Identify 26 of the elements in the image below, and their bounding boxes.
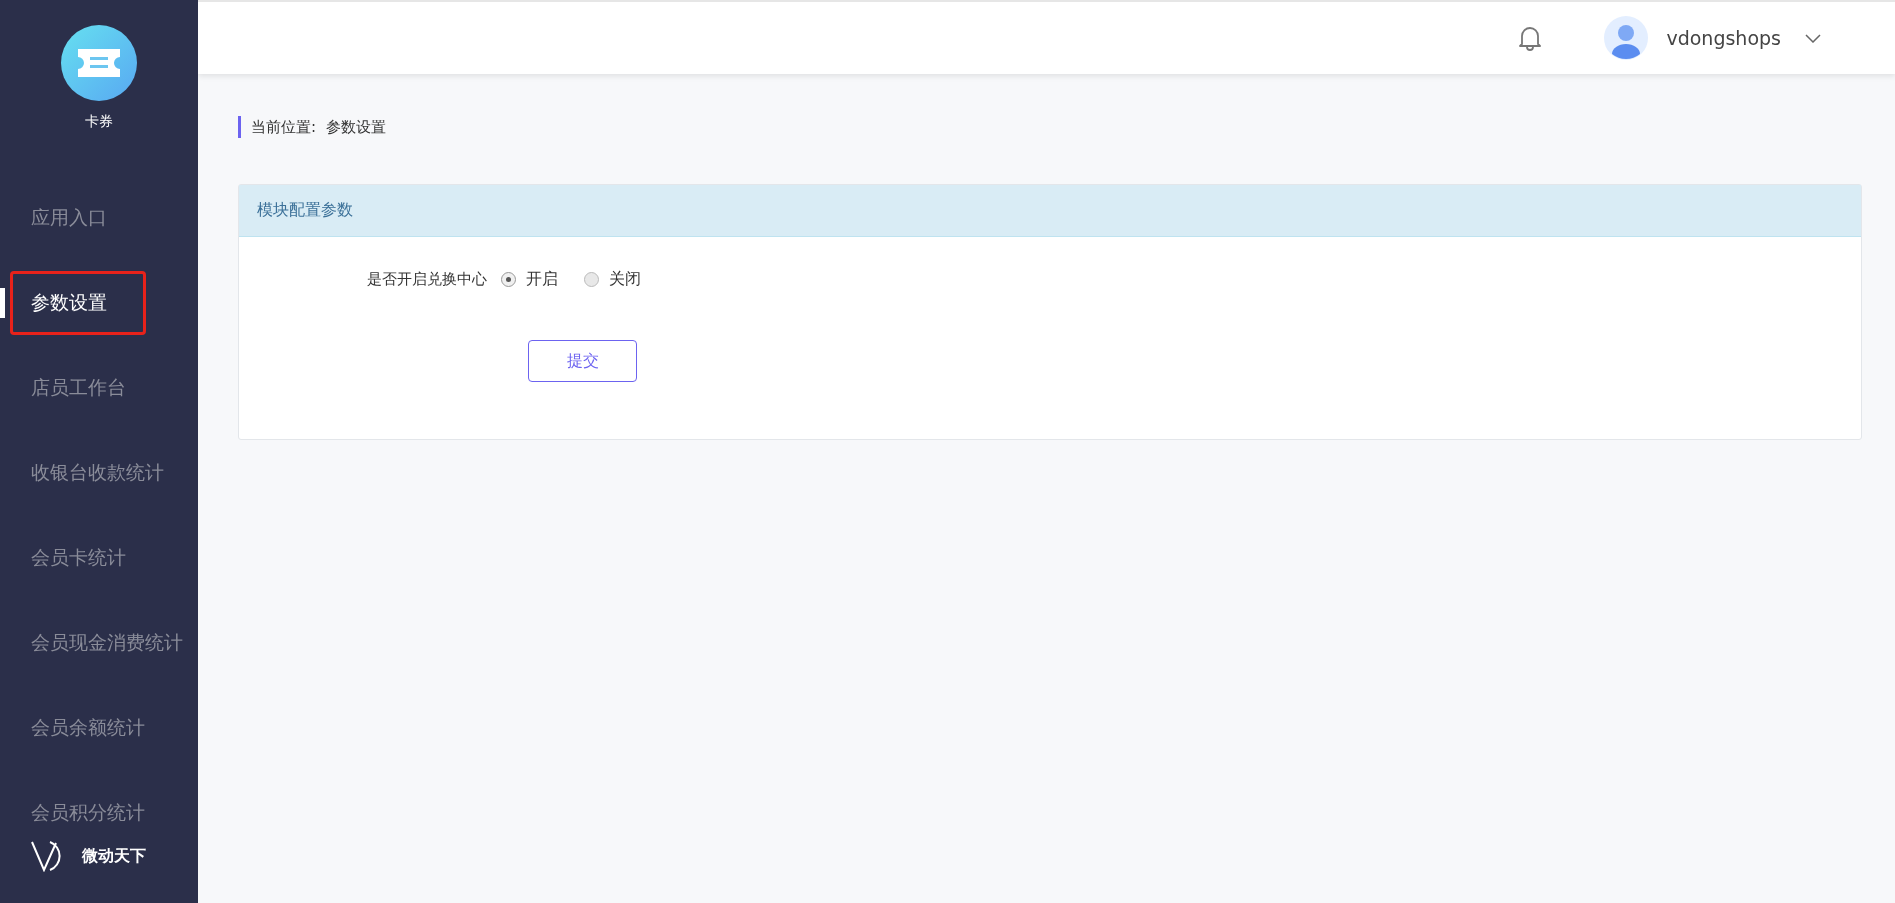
sidebar-item[interactable]: 店员工作台 bbox=[0, 356, 198, 420]
brand-name: 微动天下 bbox=[82, 845, 146, 867]
radio-label[interactable]: 开启 bbox=[526, 269, 558, 290]
breadcrumb-marker bbox=[238, 116, 241, 138]
radio-button[interactable] bbox=[584, 272, 599, 287]
sidebar-item[interactable]: 会员卡统计 bbox=[0, 526, 198, 590]
card-title: 模块配置参数 bbox=[239, 185, 1861, 237]
sidebar-item[interactable]: 收银台收款统计 bbox=[0, 441, 198, 505]
bell-icon[interactable] bbox=[1518, 25, 1543, 51]
field-label: 是否开启兑换中心 bbox=[367, 270, 487, 289]
ticket-logo-icon bbox=[61, 25, 137, 101]
breadcrumb-label: 当前位置: bbox=[251, 117, 317, 137]
sidebar-item[interactable]: 应用入口 bbox=[0, 186, 198, 250]
app-name: 卡券 bbox=[85, 113, 113, 131]
sidebar-item[interactable]: 会员积分统计 bbox=[0, 781, 198, 845]
sidebar-item[interactable]: 会员现金消费统计 bbox=[0, 611, 198, 675]
username[interactable]: vdongshops bbox=[1666, 27, 1781, 49]
breadcrumb-current: 参数设置 bbox=[326, 117, 387, 137]
submit-button[interactable]: 提交 bbox=[528, 340, 637, 382]
chevron-down-icon[interactable] bbox=[1805, 33, 1821, 43]
sidebar-item[interactable]: 会员余额统计 bbox=[0, 696, 198, 760]
sidebar-item[interactable]: 参数设置 bbox=[0, 271, 198, 335]
radio-label[interactable]: 关闭 bbox=[609, 269, 641, 290]
radio-button[interactable] bbox=[501, 272, 516, 287]
active-indicator bbox=[0, 288, 5, 318]
avatar-icon[interactable] bbox=[1604, 16, 1649, 60]
